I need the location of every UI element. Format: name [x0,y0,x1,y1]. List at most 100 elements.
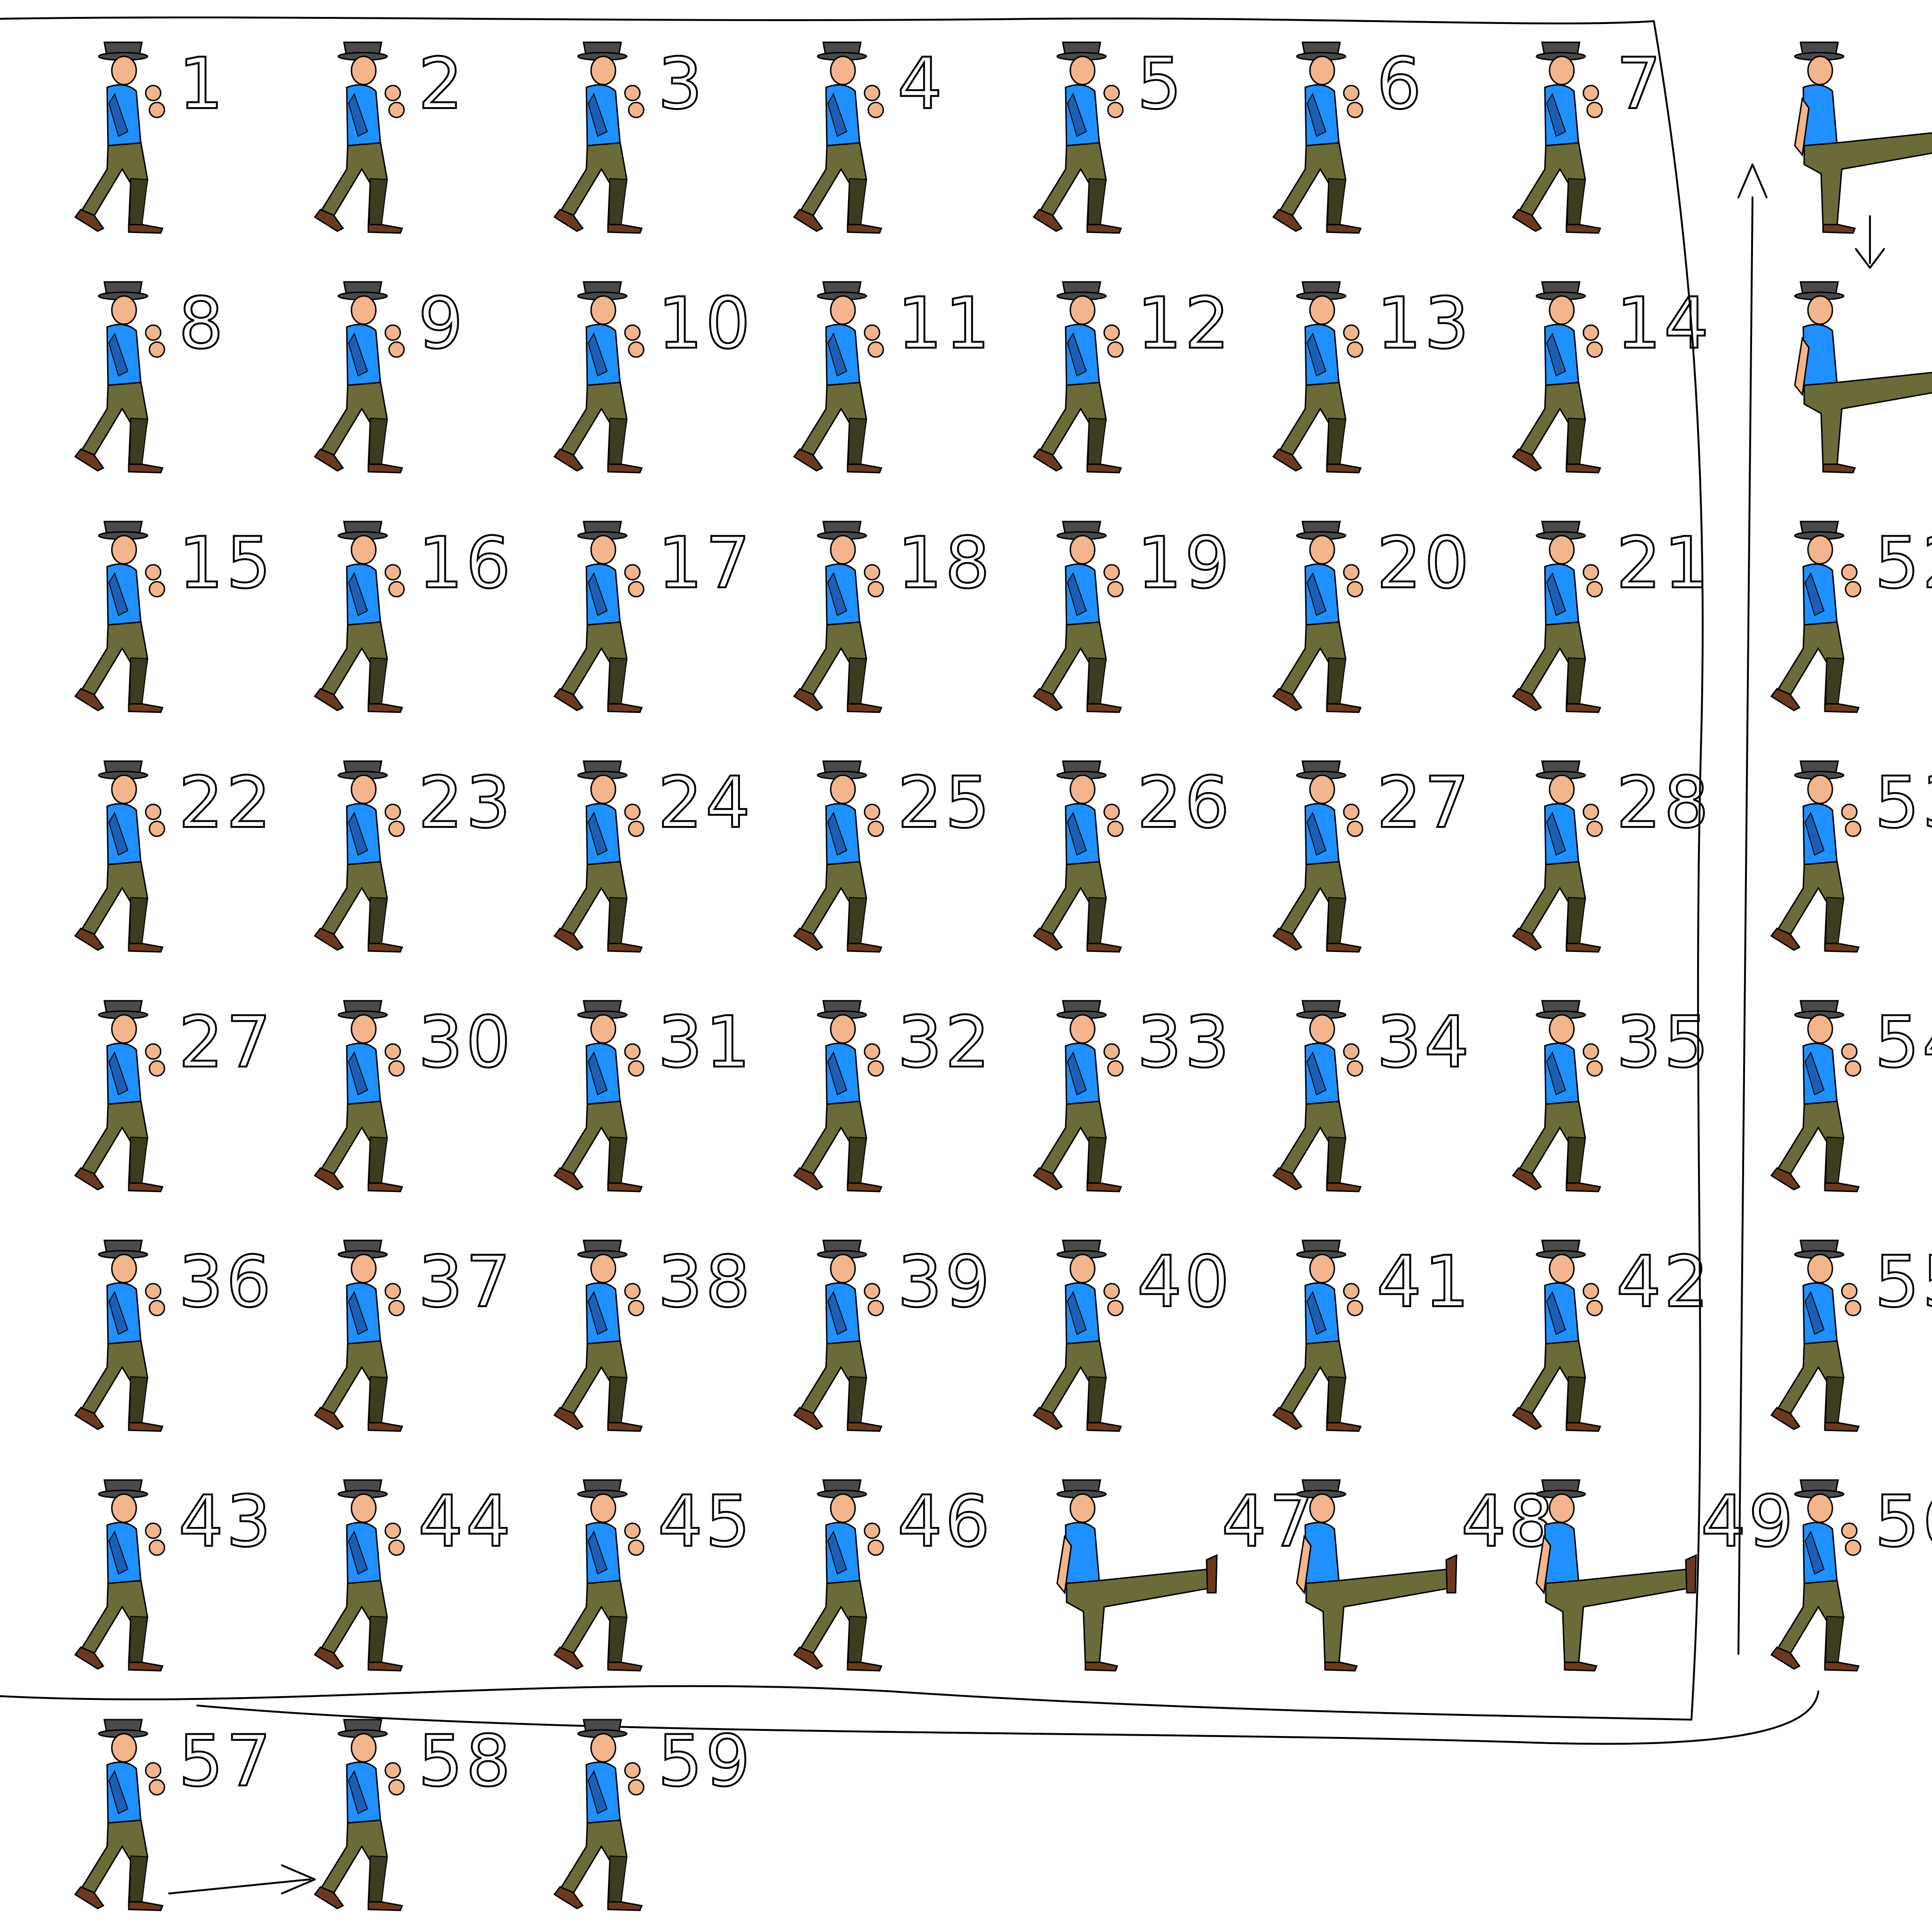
sprite-frame: 40 [1033,1239,1232,1432]
sprite-frame: 8 [74,281,224,474]
frame-number-label: 16 [418,522,514,604]
walking-figure [1512,1000,1603,1192]
kicking-figure [1794,41,1932,234]
frame-number-label: 40 [1137,1241,1232,1323]
walking-figure [1272,41,1363,234]
frame-number-label: 46 [897,1481,993,1563]
sprite-frame: 15 [74,521,274,713]
sprite-frame: 1 [74,41,226,234]
walking-figure [1272,760,1363,953]
walking-figure [74,1239,165,1432]
frame-number-label: 5 [1137,43,1184,125]
walking-figure [1770,1000,1862,1192]
walking-figure [74,1719,165,1911]
frame-number-label: 53 [1875,762,1932,844]
frame-number-label: 3 [658,43,705,125]
walking-figure [1512,1239,1603,1432]
frame-number-label: 32 [897,1002,993,1083]
walking-figure [1033,41,1124,234]
sprite-frame: 35 [1512,1000,1710,1192]
frame-number-label: 43 [179,1481,274,1563]
frame-number-label: 17 [658,522,753,604]
walking-figure [74,281,165,474]
kicking-figure [1056,1479,1218,1672]
frame-number-label: 10 [658,283,753,365]
frame-number-label: 42 [1616,1241,1712,1323]
walking-figure [1033,1239,1124,1432]
walking-figure [793,1000,884,1192]
walking-figure [314,1239,405,1432]
walking-figure [793,1479,884,1672]
frame-number-label: 56 [1875,1481,1932,1563]
walking-figure [314,1719,405,1911]
walking-figure [1770,521,1862,713]
walking-figure [1770,760,1862,953]
frame-number-label: 57 [179,1721,274,1802]
sprite-frame: 55 [1770,1239,1932,1432]
frame-border-right [1653,20,1704,1721]
sprite-frame: 17 [553,521,753,713]
sprite-frame: 20 [1272,521,1472,713]
frame-number-label: 41 [1377,1241,1472,1323]
sprite-frame: 23 [314,760,512,953]
frame-number-label: 58 [418,1721,514,1802]
frame-number-label: 9 [418,283,466,365]
walking-figure [793,41,884,234]
sprite-frame: 11 [793,281,993,474]
frame-number-label: 11 [897,283,993,365]
sprite-frame: 21 [1512,521,1710,713]
frame-number-label: 13 [1377,283,1472,365]
flow-arrow-down [1855,215,1885,269]
sprite-frame: 41 [1272,1239,1472,1432]
sprite-frame: 2 [314,41,464,234]
sprite-frame: 6 [1272,41,1422,234]
walking-figure [314,1479,405,1672]
sprite-frame: 47 [1056,1479,1315,1672]
frame-number-label: 31 [658,1002,753,1083]
frame-number-label: 1 [179,43,226,125]
sprite-frame: 9 [314,281,466,474]
frame-number-label: 33 [1137,1002,1232,1083]
frame-number-label: 14 [1616,283,1712,365]
sprite-frame: 34 [1272,1000,1470,1192]
frame-number-label: 20 [1377,522,1472,604]
frame-number-label: 30 [418,1002,514,1083]
frame-number-label: 44 [418,1481,514,1563]
frame-number-label: 38 [658,1241,753,1323]
walking-figure [314,281,405,474]
sprite-frame: 13 [1272,281,1472,474]
walking-figure [314,41,405,234]
sprite-frame: 26 [1033,760,1231,953]
frame-number-label: 15 [179,522,274,604]
sprite-frame: 31 [553,1000,753,1192]
walking-figure [74,1479,165,1672]
flow-arrow-up [1737,164,1768,1655]
frame-number-label: 55 [1875,1241,1932,1323]
sprite-frame: 59 [553,1719,751,1911]
sprite-frame: 38 [553,1239,753,1432]
frame-number-label: 22 [179,762,274,844]
sprite-frame: 39 [793,1239,991,1432]
frame-number-label: 45 [658,1481,753,1563]
walking-figure [553,1719,645,1911]
frame-number-label: 49 [1701,1481,1796,1563]
walking-figure [1512,521,1603,713]
sprite-frame: 44 [314,1479,514,1672]
frame-number-label: 12 [1137,283,1232,365]
frame-number-label: 4 [897,43,945,125]
walking-figure [1272,281,1363,474]
sprite-sheet: 1 2 3 4 5 6 78 9 10 11 12 13 1415 16 17 18 19 20 2122 23 24 2… [0,16,1932,1911]
walking-figure [553,281,645,474]
frame-number-label: 25 [897,762,993,844]
sprite-frame: 18 [793,521,991,713]
frame-number-label: 54 [1875,1002,1932,1083]
kicking-figure [1535,1479,1697,1672]
sprite-frame: 25 [793,760,993,953]
sprite-frame: 51 [1794,281,1932,474]
flow-arrow-58 [168,1864,316,1894]
frame-number-label: 36 [179,1241,274,1323]
walking-figure [1272,521,1363,713]
frame-border-top [0,16,1655,24]
sprite-frame: 14 [1512,281,1712,474]
sprite-frame: 49 [1535,1479,1796,1672]
